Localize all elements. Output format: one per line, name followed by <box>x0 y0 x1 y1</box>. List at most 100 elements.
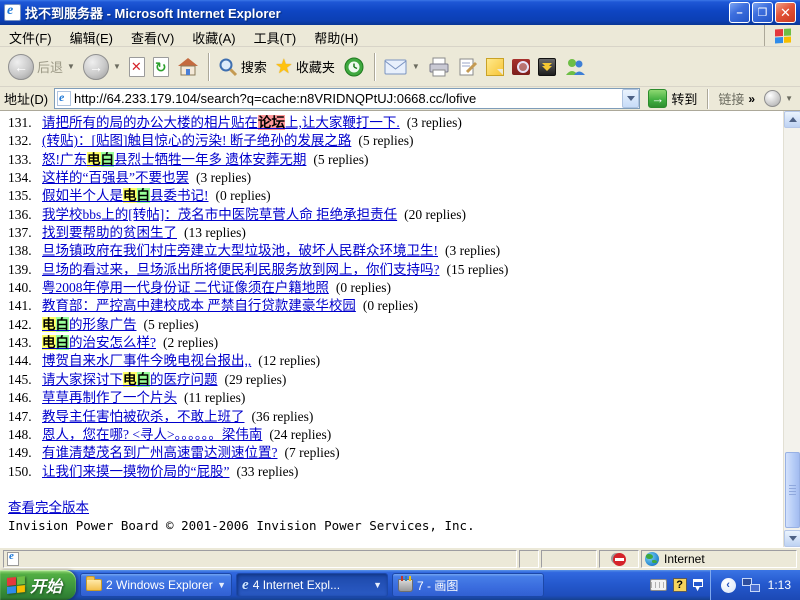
favorites-button[interactable]: ★ 收藏夹 <box>272 55 338 79</box>
topic-link[interactable]: 让我们来摸一摸物价局的“屁股” <box>42 464 229 479</box>
status-bar: e Internet <box>0 547 800 570</box>
topic-link[interactable]: 假如半个人是电白县委书记! <box>42 188 209 203</box>
history-button[interactable] <box>340 54 368 80</box>
topic-link[interactable]: 请把所有的局的办公大楼的相片贴在论坛上,让大家鞭打一下. <box>42 115 400 130</box>
topic-text: 我学校bbs上的[转帖]：茂名市中医院草菅人命 拒绝承担责任 <box>42 207 397 222</box>
topic-number: 135. <box>8 187 42 205</box>
topic-number: 146. <box>8 389 42 407</box>
topic-link[interactable]: 教育部：严控高中建校成本 严禁自行贷款建豪华校园 <box>42 298 356 313</box>
topic-row: 140.粤2008年停用一代身份证 二代证像须在户籍地照(0 replies) <box>8 279 774 297</box>
folder-icon <box>86 579 102 591</box>
topic-link[interactable]: 我学校bbs上的[转帖]：茂名市中医院草菅人命 拒绝承担责任 <box>42 207 397 222</box>
research-button[interactable] <box>509 57 533 77</box>
menu-help[interactable]: 帮助(H) <box>305 25 367 46</box>
highlighted-term: 白 <box>56 317 70 332</box>
topic-replies: (0 replies) <box>216 188 271 203</box>
copyright-text: Invision Power Board © 2001-2006 Invisio… <box>8 518 800 533</box>
topic-replies: (3 replies) <box>196 170 251 185</box>
refresh-button[interactable]: ↻ <box>150 55 172 79</box>
address-input[interactable]: e http://64.233.179.104/search?q=cache:n… <box>54 88 640 109</box>
messenger-button[interactable] <box>561 55 589 79</box>
topic-link[interactable]: 请大家探讨下电白的医疗问题 <box>42 372 218 387</box>
links-toolbar[interactable]: 链接 » <box>714 89 757 108</box>
stop-button[interactable]: ✕ <box>126 55 148 79</box>
go-button[interactable]: → 转到 <box>644 89 701 108</box>
taskbar-item-internet-explorer[interactable]: e 4 Internet Expl... ▼ <box>236 573 388 597</box>
topic-row: 146.草草再制作了一个片头(11 replies) <box>8 389 774 407</box>
topic-number: 133. <box>8 151 42 169</box>
norton-orb-icon <box>764 90 781 107</box>
scrollbar-thumb[interactable] <box>785 452 800 528</box>
scroll-down-button[interactable] <box>784 530 800 547</box>
topic-row: 150.让我们来摸一摸物价局的“屁股”(33 replies) <box>8 463 774 481</box>
topic-text: 上,让大家鞭打一下. <box>285 115 400 130</box>
forward-button[interactable]: → ▼ <box>80 52 124 82</box>
start-button[interactable]: 开始 <box>0 570 76 600</box>
home-button[interactable] <box>174 55 202 79</box>
topic-row: 133.怒!广东电白县烈士牺牲一年多 遗体安葬无期(5 replies) <box>8 151 774 169</box>
research-book-icon <box>512 59 530 75</box>
taskbar-item-windows-explorer[interactable]: 2 Windows Explorer ▼ <box>80 573 232 597</box>
topic-link[interactable]: 有谁清楚茂名到广州高速雷达测速位置? <box>42 445 278 460</box>
taskbar-item-paint[interactable]: 7 - 画图 <box>392 573 544 597</box>
menu-view[interactable]: 查看(V) <box>122 25 183 46</box>
topic-replies: (20 replies) <box>404 207 466 222</box>
minimized-window-icon[interactable]: ▼ <box>693 579 703 592</box>
scroll-up-button[interactable] <box>784 111 800 128</box>
status-panel-small <box>519 550 539 568</box>
topic-link[interactable]: 电白的治安怎么样? <box>42 335 156 350</box>
topic-link[interactable]: 旦场的看过来，旦场派出所将便民利民服务放到网上，你们支持吗? <box>42 262 440 277</box>
task-label: 7 - 画图 <box>417 577 458 594</box>
norton-button[interactable]: ▼ <box>761 88 796 109</box>
full-version-link[interactable]: 查看完全版本 <box>8 496 89 516</box>
search-button[interactable]: 搜索 <box>215 55 270 79</box>
topic-replies: (12 replies) <box>258 353 320 368</box>
topic-link[interactable]: 旦场镇政府在我们村庄旁建立大型垃圾池，破坏人民群众环境卫生! <box>42 243 438 258</box>
topic-number: 131. <box>8 114 42 132</box>
topic-replies: (15 replies) <box>447 262 509 277</box>
edit-icon <box>458 57 478 77</box>
close-button[interactable]: ✕ <box>775 2 796 23</box>
topic-text: 教导主任害怕被砍杀，不敢上班了 <box>42 409 245 424</box>
edit-button[interactable] <box>455 55 481 79</box>
menu-tools[interactable]: 工具(T) <box>245 25 306 46</box>
vertical-scrollbar[interactable] <box>783 111 800 547</box>
menu-edit[interactable]: 编辑(E) <box>61 25 122 46</box>
topic-number: 141. <box>8 297 42 315</box>
topic-link[interactable]: 恩人，您在哪? <寻人>。。。。。。梁伟南 <box>42 427 262 442</box>
address-bar: 地址(D) e http://64.233.179.104/search?q=c… <box>0 87 800 111</box>
topic-link[interactable]: 找到要帮助的贫困生了 <box>42 225 177 240</box>
restore-button[interactable]: ❐ <box>752 2 773 23</box>
help-question-icon[interactable]: ? <box>673 578 687 592</box>
back-label: 后退 <box>37 57 63 76</box>
status-panel-progress <box>541 550 597 568</box>
topic-link[interactable]: 电白的形象广告 <box>42 317 137 332</box>
status-panel-privacy <box>599 550 639 568</box>
topic-replies: (3 replies) <box>445 243 500 258</box>
network-icon[interactable] <box>742 578 760 592</box>
back-button[interactable]: ← 后退 ▼ <box>5 52 78 82</box>
topic-link[interactable]: 怒!广东电白县烈士牺牲一年多 遗体安葬无期 <box>42 152 306 167</box>
highlighted-term: 电 <box>42 317 56 332</box>
topic-link[interactable]: 这样的“百强县”不要也罢 <box>42 170 189 185</box>
menu-favorites[interactable]: 收藏(A) <box>183 25 244 46</box>
topic-row: 131.请把所有的局的办公大楼的相片贴在论坛上,让大家鞭打一下.(3 repli… <box>8 114 774 132</box>
topic-link[interactable]: 粤2008年停用一代身份证 二代证像须在户籍地照 <box>42 280 329 295</box>
flashget-button[interactable] <box>535 56 559 78</box>
topic-number: 143. <box>8 334 42 352</box>
topic-row: 145.请大家探讨下电白的医疗问题(29 replies) <box>8 371 774 389</box>
task-label: 4 Internet Expl... <box>253 578 340 592</box>
mail-button[interactable]: ▼ <box>381 56 423 78</box>
topic-replies: (29 replies) <box>225 372 287 387</box>
topic-link[interactable]: 博贺自来水厂事件今晚电视台报出,, <box>42 353 251 368</box>
address-dropdown-button[interactable] <box>622 89 639 108</box>
topic-link[interactable]: (转贴)：[贴图]触目惊心的污染! 断子绝孙的发展之路 <box>42 133 351 148</box>
discuss-button[interactable] <box>483 56 507 78</box>
topic-link[interactable]: 草草再制作了一个片头 <box>42 390 177 405</box>
keyboard-icon[interactable] <box>650 579 667 591</box>
tray-collapse-icon[interactable]: ‹ <box>721 578 736 593</box>
topic-link[interactable]: 教导主任害怕被砍杀，不敢上班了 <box>42 409 245 424</box>
menu-file[interactable]: 文件(F) <box>0 25 61 46</box>
print-button[interactable] <box>425 55 453 79</box>
minimize-button[interactable]: – <box>729 2 750 23</box>
